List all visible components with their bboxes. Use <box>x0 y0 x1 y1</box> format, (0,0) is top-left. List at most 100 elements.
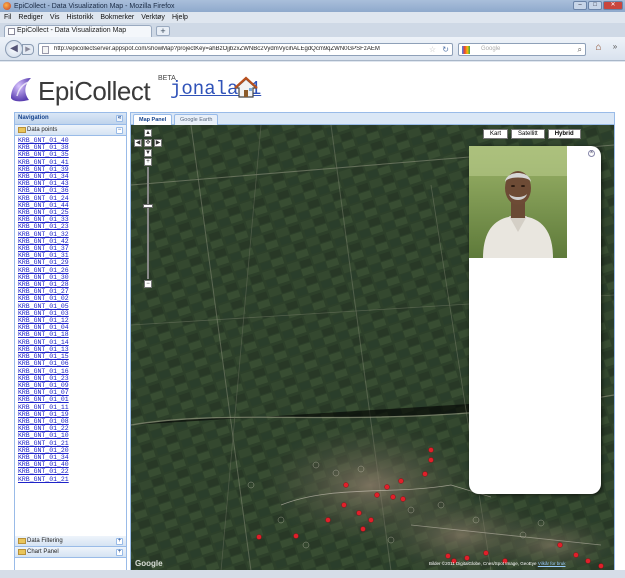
browser-tab[interactable]: EpiCollect - Data Visualization Map <box>4 25 152 37</box>
search-bar[interactable]: Google ⌕ <box>458 43 586 56</box>
url-bar[interactable]: http://epicollectserver.appspot.com/show… <box>38 43 453 56</box>
data-point-link[interactable]: KRB_GNT_01_39 <box>18 166 126 173</box>
zoom-slider-track[interactable] <box>147 167 149 279</box>
data-point-link[interactable]: KRB_GNT_01_21 <box>18 440 126 447</box>
site-identity-icon[interactable] <box>42 46 49 54</box>
data-point-link[interactable]: KRB_GNT_01_27 <box>18 288 126 295</box>
data-point-link[interactable]: KRB_GNT_01_44 <box>18 202 126 209</box>
data-point-link[interactable]: KRB_GNT_01_20 <box>18 447 126 454</box>
data-point-link[interactable]: KRB_GNT_01_38 <box>18 144 126 151</box>
data-point-link[interactable]: KRB_GNT_01_02 <box>18 295 126 302</box>
toolbar-overflow-icon[interactable]: » <box>609 42 621 56</box>
forward-button[interactable]: ▶ <box>22 44 34 55</box>
data-point-link[interactable]: KRB_GNT_01_32 <box>18 231 126 238</box>
data-point-link[interactable]: KRB_GNT_01_22 <box>18 425 126 432</box>
menu-bookmarks[interactable]: Bokmerker <box>100 14 134 21</box>
pan-down-button[interactable]: ▼ <box>144 149 152 157</box>
map-type-kart-button[interactable]: Kart <box>483 129 509 139</box>
data-point-link[interactable]: KRB_GNT_01_34 <box>18 454 126 461</box>
data-point-link[interactable]: KRB_GNT_01_41 <box>18 159 126 166</box>
data-point-link[interactable]: KRB_GNT_01_28 <box>18 281 126 288</box>
data-point-link[interactable]: KRB_GNT_01_15 <box>18 353 126 360</box>
data-point-link[interactable]: KRB_GNT_01_07 <box>18 389 126 396</box>
close-icon[interactable]: × <box>588 150 595 157</box>
menu-view[interactable]: Vis <box>50 14 60 21</box>
menu-history[interactable]: Historikk <box>67 14 94 21</box>
pan-center-button[interactable]: ✥ <box>144 139 152 147</box>
map-type-hybrid-button[interactable]: Hybrid <box>547 129 581 139</box>
data-point-link[interactable]: KRB_GNT_01_11 <box>18 404 126 411</box>
chart-panel-header[interactable]: Chart Panel + <box>15 547 126 558</box>
pan-up-button[interactable]: ▲ <box>144 129 152 137</box>
maximize-button[interactable]: □ <box>588 1 602 10</box>
close-window-button[interactable]: ✕ <box>603 1 623 10</box>
zoom-out-button[interactable]: − <box>144 280 152 288</box>
data-point-link[interactable]: KRB_GNT_01_05 <box>18 303 126 310</box>
new-tab-button[interactable]: + <box>156 26 170 36</box>
data-point-link[interactable]: KRB_GNT_01_43 <box>18 180 126 187</box>
data-point-link[interactable]: KRB_GNT_01_24 <box>18 195 126 202</box>
terms-of-use-link[interactable]: Vilkår for bruk <box>538 561 566 566</box>
data-point-link[interactable]: KRB_GNT_01_37 <box>18 245 126 252</box>
zoom-in-button[interactable]: + <box>144 158 152 166</box>
data-point-link[interactable]: KRB_GNT_01_29 <box>18 259 126 266</box>
url-text[interactable]: http://epicollectserver.appspot.com/show… <box>54 46 404 52</box>
data-point-link[interactable]: KRB_GNT_01_42 <box>18 238 126 245</box>
data-point-link[interactable]: KRB_GNT_01_22 <box>18 468 126 475</box>
map-type-satellite-button[interactable]: Satellitt <box>511 129 545 139</box>
back-button[interactable]: ◀ <box>5 40 23 58</box>
data-point-link[interactable]: KRB_GNT_01_40 <box>18 461 126 468</box>
pan-right-button[interactable]: ▶ <box>154 139 162 147</box>
google-engine-icon[interactable] <box>462 46 470 54</box>
data-point-link[interactable]: KRB_GNT_01_40 <box>18 137 126 144</box>
data-point-link[interactable]: KRB_GNT_01_04 <box>18 324 126 331</box>
data-filtering-header[interactable]: Data Filtering + <box>15 536 126 547</box>
data-point-link[interactable]: KRB_GNT_01_14 <box>18 339 126 346</box>
data-point-link[interactable]: KRB_GNT_01_08 <box>18 418 126 425</box>
folder-icon <box>18 127 26 133</box>
data-point-link[interactable]: KRB_GNT_01_21 <box>18 476 126 483</box>
data-filtering-toggle[interactable]: + <box>116 538 123 545</box>
title-bar: EpiCollect - Data Visualization Map - Mo… <box>0 0 625 12</box>
data-point-link[interactable]: KRB_GNT_01_26 <box>18 267 126 274</box>
satellite-map[interactable]: time 2011-03-28 11:43:53FarmerID KRB_GNT… <box>131 125 614 571</box>
data-point-link[interactable]: KRB_GNT_01_33 <box>18 216 126 223</box>
data-point-link[interactable]: KRB_GNT_01_01 <box>18 396 126 403</box>
data-point-link[interactable]: KRB_GNT_01_13 <box>18 346 126 353</box>
google-logo[interactable]: Google <box>135 559 163 568</box>
tab-google-earth[interactable]: Google Earth <box>174 114 219 125</box>
data-point-link[interactable]: KRB_GNT_01_23 <box>18 223 126 230</box>
data-points-toggle[interactable]: − <box>116 127 123 134</box>
pan-left-button[interactable]: ◀ <box>134 139 142 147</box>
zoom-slider-thumb[interactable] <box>143 204 153 208</box>
home-icon[interactable]: ⌂ <box>592 42 605 56</box>
data-point-link[interactable]: KRB_GNT_01_09 <box>18 382 126 389</box>
menu-tools[interactable]: Verktøy <box>141 14 165 21</box>
tab-map-panel[interactable]: Map Panel <box>133 114 173 125</box>
bookmark-star-icon[interactable]: ☆ <box>429 45 436 54</box>
data-point-link[interactable]: KRB_GNT_01_16 <box>18 368 126 375</box>
data-point-link[interactable]: KRB_GNT_01_19 <box>18 411 126 418</box>
data-point-link[interactable]: KRB_GNT_01_25 <box>18 209 126 216</box>
data-point-link[interactable]: KRB_GNT_01_06 <box>18 360 126 367</box>
data-point-link[interactable]: KRB_GNT_01_34 <box>18 173 126 180</box>
data-point-link[interactable]: KRB_GNT_01_03 <box>18 310 126 317</box>
data-point-link[interactable]: KRB_GNT_01_35 <box>18 151 126 158</box>
data-point-link[interactable]: KRB_GNT_01_12 <box>18 317 126 324</box>
collapse-left-panel-button[interactable]: « <box>116 115 123 122</box>
menu-file[interactable]: Fil <box>4 14 11 21</box>
data-points-header[interactable]: Data points − <box>15 125 126 136</box>
reload-icon[interactable]: ↻ <box>442 45 449 54</box>
data-point-link[interactable]: KRB_GNT_01_36 <box>18 187 126 194</box>
menu-edit[interactable]: Rediger <box>18 14 43 21</box>
chart-panel-toggle[interactable]: + <box>116 549 123 556</box>
data-point-link[interactable]: KRB_GNT_01_23 <box>18 375 126 382</box>
data-point-link[interactable]: KRB_GNT_01_30 <box>18 274 126 281</box>
data-point-link[interactable]: KRB_GNT_01_18 <box>18 331 126 338</box>
search-icon[interactable]: ⌕ <box>578 45 582 55</box>
minimize-button[interactable]: – <box>573 1 587 10</box>
home-house-icon[interactable] <box>234 76 258 100</box>
data-point-link[interactable]: KRB_GNT_01_10 <box>18 432 126 439</box>
menu-help[interactable]: Hjelp <box>172 14 188 21</box>
data-point-link[interactable]: KRB_GNT_01_31 <box>18 252 126 259</box>
